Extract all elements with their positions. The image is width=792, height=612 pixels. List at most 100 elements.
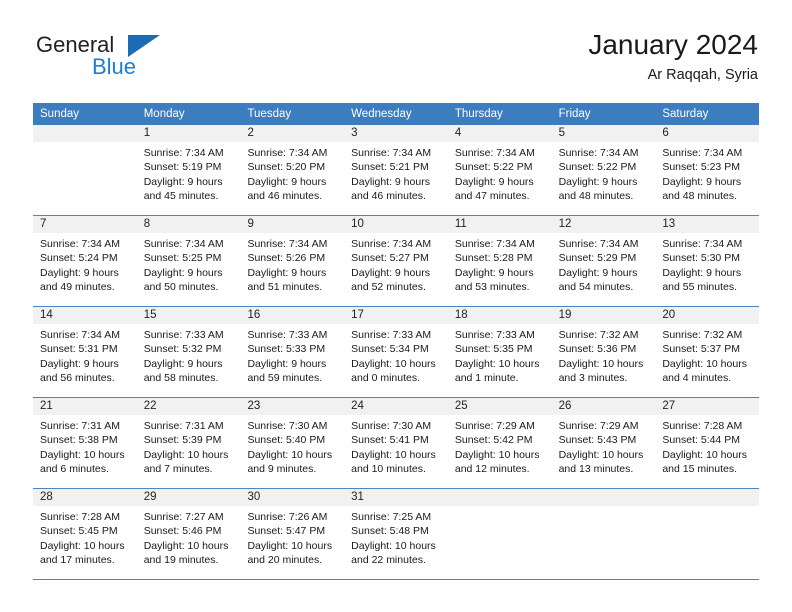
calendar-page: General Blue January 2024 Ar Raqqah, Syr… xyxy=(0,0,792,612)
calendar-day-cell[interactable]: 16 Sunrise: 7:33 AM Sunset: 5:33 PM Dayligh… xyxy=(240,307,345,397)
calendar-day-cell[interactable]: 30 Sunrise: 7:26 AM Sunset: 5:47 PM Dayligh… xyxy=(240,489,345,579)
calendar-day-cell-empty xyxy=(655,489,760,579)
calendar-day-cell[interactable]: 27 Sunrise: 7:28 AM Sunset: 5:44 PM Dayligh… xyxy=(655,398,760,488)
daylight-text: Daylight: 9 hours xyxy=(143,175,223,188)
daylight-text: and 49 minutes. xyxy=(40,281,115,294)
sunrise-text: Sunrise: 7:33 AM xyxy=(454,329,535,341)
weekday-header-monday: Monday xyxy=(143,108,185,120)
calendar-day-cell[interactable]: 23 Sunrise: 7:30 AM Sunset: 5:40 PM Dayligh… xyxy=(240,398,345,488)
sunrise-text: Sunrise: 7:32 AM xyxy=(558,329,639,341)
calendar-day-cell[interactable]: 25 Sunrise: 7:29 AM Sunset: 5:42 PM Dayligh… xyxy=(447,398,552,488)
daylight-text: Daylight: 9 hours xyxy=(454,175,534,188)
sunset-text: Sunset: 5:48 PM xyxy=(351,525,429,538)
sunrise-text: Sunrise: 7:34 AM xyxy=(40,238,120,250)
calendar-day-cell[interactable]: 6 Sunrise: 7:34 AM Sunset: 5:23 PM Daylight… xyxy=(655,125,760,215)
calendar-day-cell[interactable]: 22 Sunrise: 7:31 AM Sunset: 5:39 PM Dayligh… xyxy=(136,398,241,488)
calendar-day-cell[interactable]: 31 Sunrise: 7:25 AM Sunset: 5:48 PM Dayligh… xyxy=(344,489,448,579)
sunrise-text: Sunrise: 7:34 AM xyxy=(558,147,639,159)
day-sun-info: Sunrise: 7:34 AM Sunset: 5:27 PM Daylight:… xyxy=(344,233,448,295)
sunset-text: Sunset: 5:40 PM xyxy=(247,434,326,447)
calendar-day-cell[interactable]: 24 Sunrise: 7:30 AM Sunset: 5:41 PM Dayligh… xyxy=(344,398,448,488)
day-number: 20 xyxy=(655,307,760,324)
calendar-day-cell[interactable]: 8 Sunrise: 7:34 AM Sunset: 5:25 PM Daylight… xyxy=(136,216,241,306)
calendar-week-row: 7 Sunrise: 7:34 AM Sunset: 5:24 PM Daylight… xyxy=(33,216,760,307)
day-sun-info: Sunrise: 7:31 AM Sunset: 5:38 PM Daylight:… xyxy=(33,415,137,477)
day-number: 27 xyxy=(655,398,760,415)
daylight-text: Daylight: 10 hours xyxy=(247,448,333,461)
sunrise-text: Sunrise: 7:28 AM xyxy=(662,420,743,432)
daylight-text: Daylight: 10 hours xyxy=(454,357,540,370)
daylight-text: and 55 minutes. xyxy=(662,281,738,294)
calendar-day-cell[interactable]: 14 Sunrise: 7:34 AM Sunset: 5:31 PM Dayligh… xyxy=(33,307,137,397)
sunset-text: Sunset: 5:31 PM xyxy=(40,343,118,356)
day-number xyxy=(447,489,552,506)
sunset-text: Sunset: 5:22 PM xyxy=(558,161,637,174)
daylight-text: Daylight: 10 hours xyxy=(662,448,747,461)
daylight-text: and 17 minutes. xyxy=(40,554,115,567)
day-number: 30 xyxy=(240,489,345,506)
calendar-day-cell[interactable]: 13 Sunrise: 7:34 AM Sunset: 5:30 PM Dayligh… xyxy=(655,216,760,306)
sunrise-text: Sunrise: 7:34 AM xyxy=(40,329,120,341)
calendar-day-cell[interactable]: 5 Sunrise: 7:34 AM Sunset: 5:22 PM Daylight… xyxy=(551,125,656,215)
calendar-day-cell[interactable]: 1 Sunrise: 7:34 AM Sunset: 5:19 PM Daylight… xyxy=(136,125,241,215)
sunrise-text: Sunrise: 7:34 AM xyxy=(351,147,432,159)
sunrise-text: Sunrise: 7:34 AM xyxy=(247,238,328,250)
calendar-day-cell[interactable]: 4 Sunrise: 7:34 AM Sunset: 5:22 PM Daylight… xyxy=(447,125,552,215)
daylight-text: and 51 minutes. xyxy=(247,281,323,294)
calendar-day-cell[interactable]: 20 Sunrise: 7:32 AM Sunset: 5:37 PM Dayligh… xyxy=(655,307,760,397)
calendar-day-cell[interactable]: 21 Sunrise: 7:31 AM Sunset: 5:38 PM Dayligh… xyxy=(33,398,137,488)
weekday-header-friday: Friday xyxy=(558,108,591,120)
day-number: 17 xyxy=(344,307,448,324)
day-number: 8 xyxy=(136,216,241,233)
sunset-text: Sunset: 5:32 PM xyxy=(143,343,222,356)
sunrise-text: Sunrise: 7:34 AM xyxy=(351,238,432,250)
day-sun-info: Sunrise: 7:34 AM Sunset: 5:30 PM Daylight:… xyxy=(655,233,759,295)
sunset-text: Sunset: 5:22 PM xyxy=(454,161,533,174)
weekday-header-saturday: Saturday xyxy=(662,108,709,120)
day-number: 5 xyxy=(551,125,656,142)
sunrise-text: Sunrise: 7:34 AM xyxy=(454,147,535,159)
calendar-day-cell[interactable]: 15 Sunrise: 7:33 AM Sunset: 5:32 PM Dayligh… xyxy=(136,307,241,397)
calendar-day-cell[interactable]: 3 Sunrise: 7:34 AM Sunset: 5:21 PM Daylight… xyxy=(344,125,448,215)
day-number: 10 xyxy=(344,216,448,233)
calendar-day-cell[interactable]: 2 Sunrise: 7:34 AM Sunset: 5:20 PM Daylight… xyxy=(240,125,345,215)
page-header: General Blue January 2024 Ar Raqqah, Syr… xyxy=(34,28,758,90)
day-sun-info: Sunrise: 7:34 AM Sunset: 5:28 PM Daylight:… xyxy=(448,233,552,295)
sunset-text: Sunset: 5:28 PM xyxy=(454,252,533,265)
calendar-week-row: 28 Sunrise: 7:28 AM Sunset: 5:45 PM Dayligh… xyxy=(33,489,760,580)
calendar-day-cell[interactable]: 29 Sunrise: 7:27 AM Sunset: 5:46 PM Dayligh… xyxy=(136,489,241,579)
calendar-day-cell[interactable]: 9 Sunrise: 7:34 AM Sunset: 5:26 PM Daylight… xyxy=(240,216,345,306)
day-number: 6 xyxy=(655,125,760,142)
day-number: 29 xyxy=(136,489,241,506)
calendar-day-cell[interactable]: 12 Sunrise: 7:34 AM Sunset: 5:29 PM Dayligh… xyxy=(551,216,656,306)
calendar-day-cell[interactable]: 28 Sunrise: 7:28 AM Sunset: 5:45 PM Dayligh… xyxy=(33,489,137,579)
calendar-day-cell[interactable]: 7 Sunrise: 7:34 AM Sunset: 5:24 PM Daylight… xyxy=(33,216,137,306)
day-sun-info: Sunrise: 7:34 AM Sunset: 5:29 PM Daylight:… xyxy=(552,233,656,295)
calendar-day-cell-empty xyxy=(447,489,552,579)
calendar-day-cell[interactable]: 17 Sunrise: 7:33 AM Sunset: 5:34 PM Dayligh… xyxy=(344,307,448,397)
sunset-text: Sunset: 5:46 PM xyxy=(143,525,222,538)
weekday-header-tuesday: Tuesday xyxy=(247,108,292,120)
calendar-day-cell[interactable]: 10 Sunrise: 7:34 AM Sunset: 5:27 PM Dayligh… xyxy=(344,216,448,306)
day-number xyxy=(655,489,760,506)
day-sun-info: Sunrise: 7:34 AM Sunset: 5:21 PM Daylight:… xyxy=(344,142,448,204)
day-sun-info: Sunrise: 7:34 AM Sunset: 5:22 PM Daylight:… xyxy=(448,142,552,204)
day-sun-info: Sunrise: 7:34 AM Sunset: 5:31 PM Daylight:… xyxy=(33,324,137,386)
sunset-text: Sunset: 5:41 PM xyxy=(351,434,429,447)
calendar-day-cell[interactable]: 19 Sunrise: 7:32 AM Sunset: 5:36 PM Dayligh… xyxy=(551,307,656,397)
day-number: 31 xyxy=(344,489,448,506)
calendar-day-cell[interactable]: 11 Sunrise: 7:34 AM Sunset: 5:28 PM Dayligh… xyxy=(447,216,552,306)
sunrise-text: Sunrise: 7:33 AM xyxy=(143,329,224,341)
daylight-text: and 9 minutes. xyxy=(247,463,317,476)
sunrise-text: Sunrise: 7:34 AM xyxy=(454,238,535,250)
daylight-text: and 6 minutes. xyxy=(40,463,109,476)
general-blue-logo[interactable]: General Blue xyxy=(34,32,264,88)
calendar-day-cell[interactable]: 26 Sunrise: 7:29 AM Sunset: 5:43 PM Dayligh… xyxy=(551,398,656,488)
sunset-text: Sunset: 5:21 PM xyxy=(351,161,429,174)
calendar-day-cell[interactable]: 18 Sunrise: 7:33 AM Sunset: 5:35 PM Dayligh… xyxy=(447,307,552,397)
sunset-text: Sunset: 5:23 PM xyxy=(662,161,740,174)
calendar-day-cell-empty xyxy=(551,489,656,579)
daylight-text: Daylight: 9 hours xyxy=(662,175,742,188)
daylight-text: Daylight: 9 hours xyxy=(143,357,223,370)
daylight-text: Daylight: 9 hours xyxy=(662,266,742,279)
